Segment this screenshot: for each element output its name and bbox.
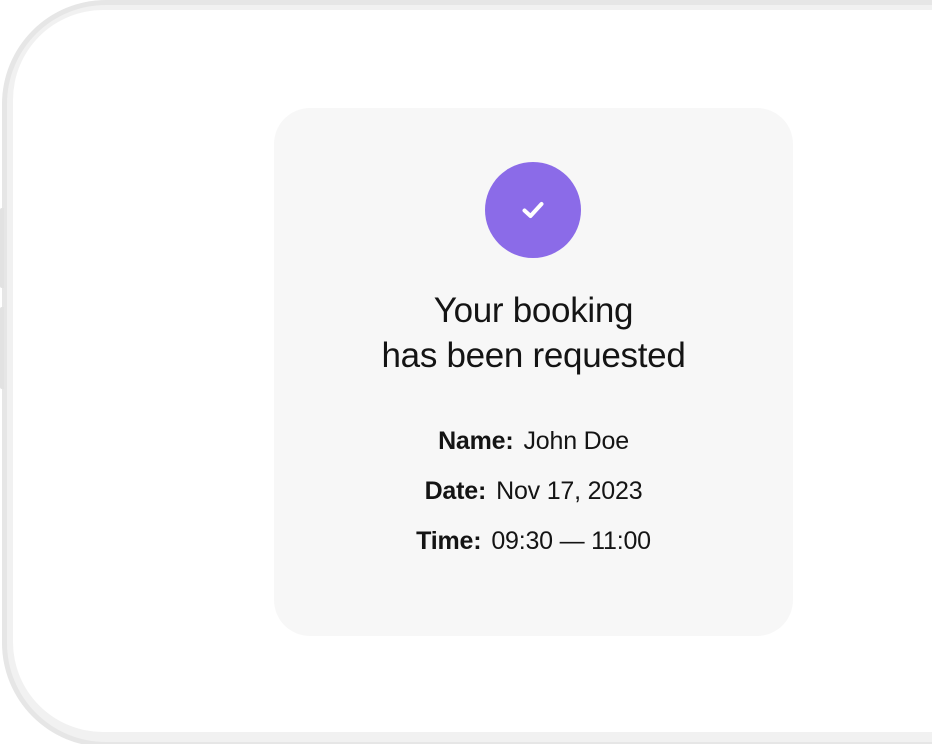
success-badge (485, 162, 581, 258)
confirmation-title: Your booking has been requested (274, 288, 793, 378)
detail-label-time: Time: (416, 526, 482, 555)
detail-label-date: Date: (424, 476, 487, 505)
detail-value-date: Nov 17, 2023 (496, 476, 643, 505)
detail-value-name: John Doe (523, 426, 630, 455)
detail-label-name: Name: (438, 426, 514, 455)
detail-row-time: Time: 09:30 — 11:00 (274, 516, 793, 566)
device-side-button-lower (0, 307, 4, 389)
confirmation-title-line-1: Your booking (433, 291, 634, 330)
booking-confirmation-card: Your booking has been requested Name: Jo… (274, 108, 793, 636)
device-side-button-upper (0, 208, 4, 288)
detail-value-time: 09:30 — 11:00 (491, 526, 651, 555)
detail-row-name: Name: John Doe (274, 416, 793, 466)
checkmark-icon (522, 202, 544, 218)
detail-row-date: Date: Nov 17, 2023 (274, 466, 793, 516)
confirmation-title-line-2: has been requested (381, 336, 686, 375)
app-viewport: Your booking has been requested Name: Jo… (0, 0, 932, 744)
booking-details: Name: John Doe Date: Nov 17, 2023 Time: … (274, 416, 793, 566)
